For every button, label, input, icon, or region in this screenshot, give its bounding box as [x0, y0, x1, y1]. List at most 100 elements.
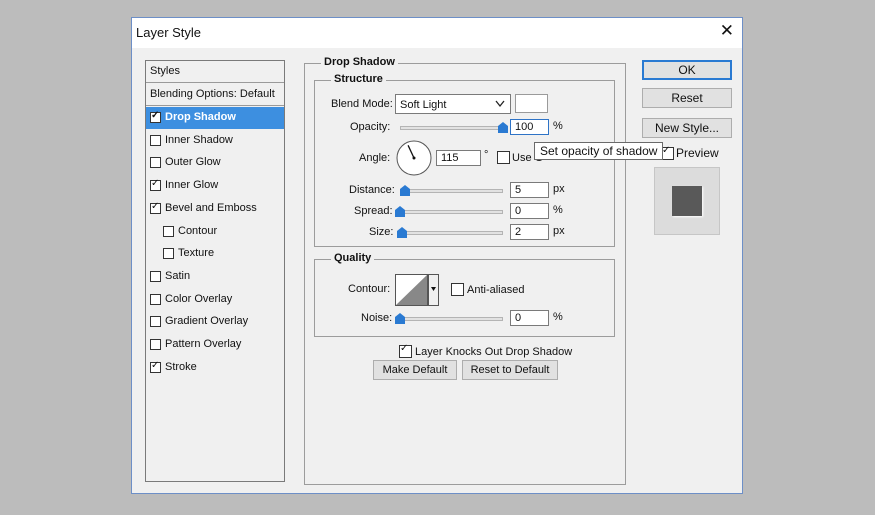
- style-item-checkbox[interactable]: ✓: [150, 359, 161, 373]
- title-bar: Layer Style ✕: [132, 18, 742, 48]
- size-unit: px: [553, 225, 565, 237]
- style-item-label: Gradient Overlay: [165, 315, 249, 328]
- style-item-label: Bevel and Emboss: [165, 201, 257, 214]
- style-item-checkbox[interactable]: [150, 157, 161, 169]
- checkmark-icon: ✓: [151, 359, 160, 371]
- size-label: Size:: [369, 226, 394, 238]
- layer-knocks-out-checkbox[interactable]: ✓: [399, 343, 412, 358]
- layer-style-dialog: Layer Style ✕ Styles Blending Options: D…: [131, 17, 743, 494]
- style-item-checkbox[interactable]: ✓: [150, 110, 161, 123]
- style-item-color-overlay[interactable]: Color Overlay: [146, 289, 284, 311]
- style-item-label: Drop Shadow: [165, 111, 236, 123]
- style-item-pattern-overlay[interactable]: Pattern Overlay: [146, 334, 284, 356]
- structure-group: Structure Blend Mode: Soft Light Opacity…: [314, 73, 615, 247]
- style-item-label: Inner Shadow: [165, 133, 233, 146]
- distance-slider-thumb[interactable]: [400, 185, 411, 196]
- style-item-inner-glow[interactable]: ✓ Inner Glow: [146, 175, 284, 197]
- style-item-checkbox[interactable]: [150, 316, 161, 328]
- distance-input[interactable]: 5: [510, 182, 549, 198]
- styles-header[interactable]: Styles: [146, 61, 284, 83]
- style-item-checkbox[interactable]: [150, 293, 161, 305]
- style-item-checkbox[interactable]: ✓: [150, 200, 161, 214]
- drop-shadow-panel: Drop Shadow Structure Blend Mode: Soft L…: [304, 56, 626, 485]
- distance-label: Distance:: [349, 184, 395, 196]
- angle-dial[interactable]: [395, 139, 433, 177]
- style-item-checkbox[interactable]: [163, 225, 174, 237]
- style-item-checkbox[interactable]: [150, 270, 161, 282]
- quality-group: Quality Contour: Anti-aliased Noise: 0 %: [314, 252, 615, 337]
- window-title: Layer Style: [136, 25, 202, 40]
- style-item-drop-shadow[interactable]: ✓ Drop Shadow: [146, 107, 284, 129]
- size-input[interactable]: 2: [510, 224, 549, 240]
- style-item-gradient-overlay[interactable]: Gradient Overlay: [146, 311, 284, 333]
- opacity-slider[interactable]: [400, 126, 503, 130]
- checkmark-icon: ✓: [151, 178, 160, 190]
- preview-swatch: [672, 186, 702, 216]
- style-item-texture[interactable]: Texture: [146, 243, 284, 265]
- noise-label: Noise:: [361, 312, 393, 324]
- style-item-contour[interactable]: Contour: [146, 221, 284, 243]
- spread-label: Spread:: [354, 205, 393, 217]
- chevron-down-icon: [495, 100, 505, 108]
- opacity-slider-thumb[interactable]: [498, 122, 508, 133]
- anti-aliased-checkbox[interactable]: [451, 283, 464, 296]
- anti-aliased-label: Anti-aliased: [467, 284, 525, 296]
- new-style-button[interactable]: New Style...: [642, 118, 732, 138]
- style-item-label: Stroke: [165, 360, 197, 373]
- noise-input[interactable]: 0: [510, 310, 549, 326]
- contour-label: Contour:: [348, 283, 391, 295]
- spread-unit: %: [553, 204, 563, 216]
- style-item-satin[interactable]: Satin: [146, 266, 284, 288]
- reset-button[interactable]: Reset: [642, 88, 732, 108]
- checkmark-icon: ✓: [400, 343, 409, 354]
- blending-options-item[interactable]: Blending Options: Default: [146, 84, 284, 106]
- spread-slider[interactable]: [400, 210, 503, 214]
- distance-slider[interactable]: [400, 189, 503, 193]
- reset-to-default-button[interactable]: Reset to Default: [462, 360, 558, 380]
- noise-slider[interactable]: [400, 317, 503, 321]
- ok-button[interactable]: OK: [642, 60, 732, 80]
- blend-mode-select[interactable]: Soft Light: [395, 94, 511, 114]
- style-item-label: Texture: [178, 247, 215, 260]
- checkmark-icon: ✓: [151, 200, 160, 212]
- opacity-unit: %: [553, 120, 563, 132]
- close-icon[interactable]: ✕: [720, 22, 734, 40]
- angle-unit: °: [484, 149, 489, 161]
- spread-input[interactable]: 0: [510, 203, 549, 219]
- style-item-label: Inner Glow: [165, 179, 219, 192]
- size-slider[interactable]: [400, 231, 503, 235]
- style-item-outer-glow[interactable]: Outer Glow: [146, 152, 284, 174]
- structure-legend: Structure: [331, 73, 386, 85]
- style-item-checkbox[interactable]: [150, 339, 161, 350]
- style-item-checkbox[interactable]: [163, 248, 174, 260]
- make-default-button[interactable]: Make Default: [373, 360, 457, 380]
- style-item-checkbox[interactable]: ✓: [150, 178, 161, 192]
- style-item-inner-shadow[interactable]: Inner Shadow: [146, 130, 284, 152]
- style-item-label: Pattern Overlay: [165, 338, 242, 350]
- spread-slider-thumb[interactable]: [395, 206, 405, 217]
- style-item-stroke[interactable]: ✓ Stroke: [146, 357, 284, 379]
- style-item-label: Outer Glow: [165, 156, 221, 169]
- contour-picker[interactable]: [395, 274, 439, 306]
- preview-thumbnail: [654, 167, 720, 235]
- distance-unit: px: [553, 183, 565, 195]
- style-item-checkbox[interactable]: [150, 134, 161, 146]
- section-title: Drop Shadow: [321, 56, 398, 68]
- size-slider-thumb[interactable]: [397, 227, 408, 238]
- use-global-light-checkbox[interactable]: [497, 151, 510, 164]
- opacity-label: Opacity:: [350, 121, 391, 133]
- styles-list: Styles Blending Options: Default ✓ Drop S…: [145, 60, 285, 482]
- style-item-bevel-and-emboss[interactable]: ✓ Bevel and Emboss: [146, 198, 284, 220]
- style-item-label: Satin: [165, 269, 191, 282]
- style-item-label: Color Overlay: [165, 292, 233, 305]
- checkmark-icon: ✓: [151, 110, 160, 121]
- blend-mode-label: Blend Mode:: [331, 98, 393, 110]
- noise-unit: %: [553, 311, 563, 323]
- noise-slider-thumb[interactable]: [395, 313, 405, 324]
- layer-knocks-out-label: Layer Knocks Out Drop Shadow: [415, 346, 573, 358]
- angle-label: Angle:: [359, 152, 391, 164]
- opacity-input[interactable]: 100: [510, 119, 549, 135]
- angle-input[interactable]: 115: [436, 150, 481, 166]
- preview-label: Preview: [676, 146, 719, 160]
- shadow-color-swatch[interactable]: [515, 94, 548, 113]
